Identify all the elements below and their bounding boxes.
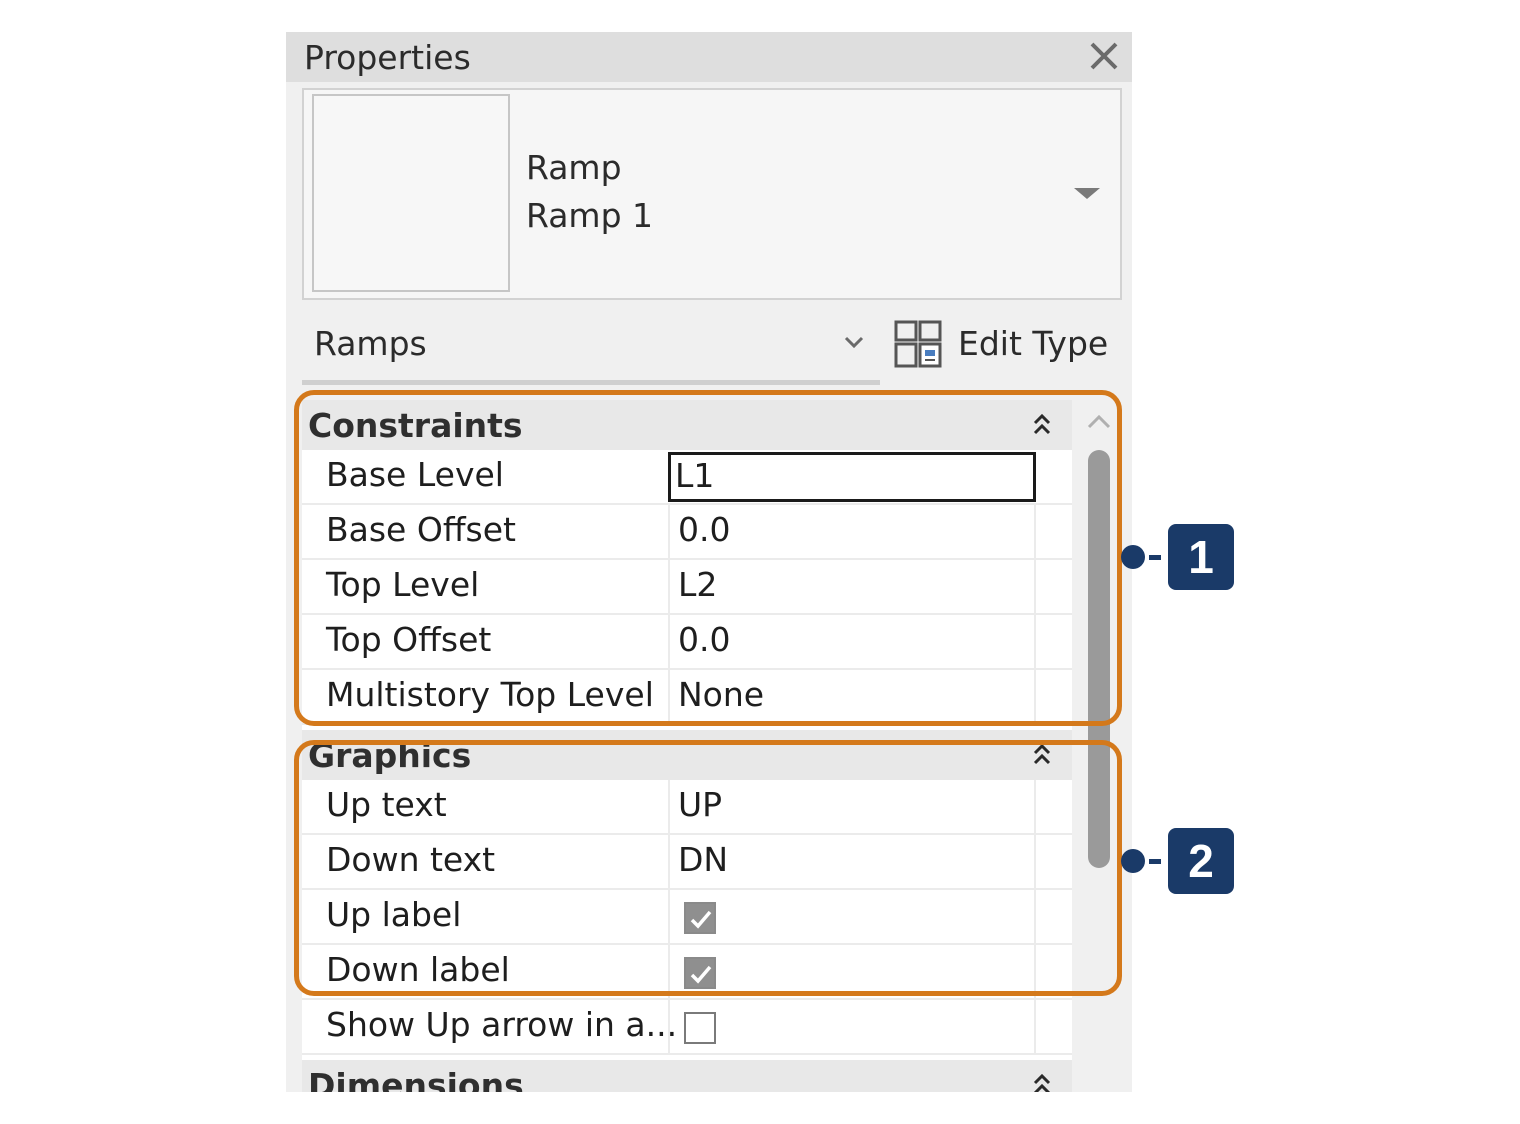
- group-label: Dimensions: [308, 1066, 524, 1092]
- callout-frame-constraints: [294, 390, 1122, 726]
- group-header-dimensions[interactable]: Dimensions: [302, 1060, 1072, 1092]
- callout-connector-dot: [1121, 849, 1145, 873]
- edit-type-button[interactable]: Edit Type: [890, 316, 1116, 376]
- type-preview-image: [312, 94, 510, 292]
- chevron-down-icon[interactable]: [842, 332, 866, 352]
- callout-connector-line: [1149, 859, 1161, 864]
- type-family-label: Ramp: [526, 148, 622, 187]
- element-filter-dropdown[interactable]: Ramps: [302, 318, 880, 385]
- triangle-down-icon[interactable]: [1074, 188, 1100, 199]
- collapse-double-chevron-icon[interactable]: [1030, 1072, 1054, 1092]
- callout-badge-1: 1: [1168, 524, 1234, 590]
- callout-badge-2: 2: [1168, 828, 1234, 894]
- edit-type-label: Edit Type: [958, 324, 1109, 363]
- panel-titlebar: Properties: [286, 32, 1132, 82]
- type-name-label: Ramp 1: [526, 196, 654, 235]
- property-name: Show Up arrow in a...: [326, 1005, 678, 1044]
- type-selector[interactable]: Ramp Ramp 1: [302, 88, 1122, 300]
- property-value-field: [668, 1000, 1036, 1055]
- callout-frame-graphics: [294, 740, 1122, 996]
- callout-connector-line: [1149, 555, 1161, 560]
- panel-title: Properties: [304, 38, 471, 77]
- filter-label: Ramps: [314, 324, 427, 363]
- show-up-arrow-checkbox[interactable]: [684, 1012, 716, 1044]
- close-icon[interactable]: [1084, 36, 1124, 76]
- callout-connector-dot: [1121, 545, 1145, 569]
- edit-type-icon: [894, 320, 942, 368]
- property-row[interactable]: Show Up arrow in a...: [302, 1000, 1072, 1055]
